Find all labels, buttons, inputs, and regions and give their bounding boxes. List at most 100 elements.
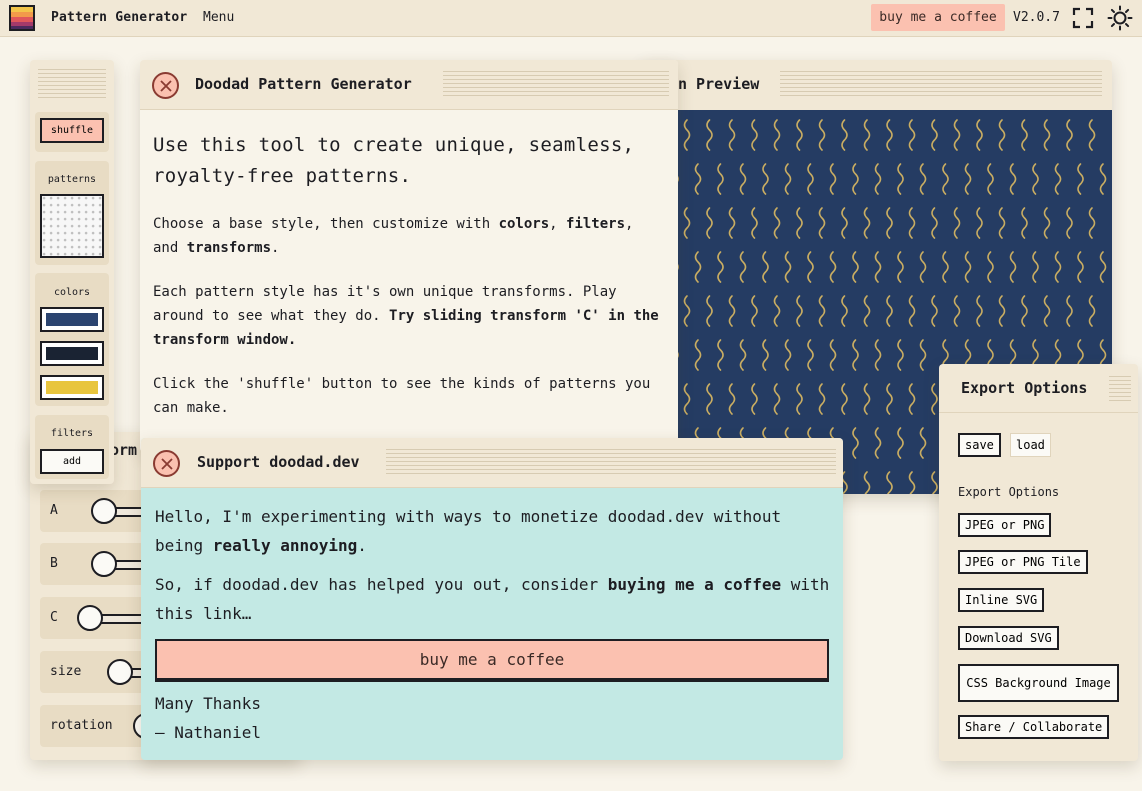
- pattern-squiggle: [796, 295, 803, 327]
- slider-knob-size[interactable]: [107, 659, 133, 685]
- drag-handle[interactable]: [386, 449, 836, 477]
- pattern-squiggle: [1066, 295, 1073, 327]
- add-filter-button[interactable]: add: [40, 449, 104, 474]
- pattern-squiggle: [829, 163, 837, 195]
- pattern-squiggle: [773, 119, 781, 151]
- drag-handle[interactable]: [443, 71, 669, 99]
- patterns-label: patterns: [47, 174, 97, 185]
- pattern-squiggle: [908, 295, 916, 327]
- theme-toggle-icon[interactable]: [1107, 5, 1133, 31]
- pattern-squiggle: [852, 163, 859, 195]
- pattern-squiggle: [863, 471, 871, 494]
- pattern-squiggle: [739, 339, 747, 371]
- pattern-squiggle: [784, 251, 792, 283]
- pattern-squiggle: [773, 207, 781, 239]
- export-jpeg-png-button[interactable]: JPEG or PNG: [958, 513, 1052, 537]
- pattern-squiggle: [976, 207, 983, 239]
- preview-title: n Preview: [678, 75, 760, 93]
- patterns-section: patterns: [35, 161, 109, 265]
- pattern-squiggle: [1009, 163, 1017, 195]
- css-background-image-button[interactable]: CSS Background Image: [958, 664, 1119, 702]
- pattern-squiggle: [751, 119, 758, 151]
- pattern-squiggle: [874, 251, 882, 283]
- share-collaborate-button[interactable]: Share / Collaborate: [958, 715, 1110, 739]
- divider: [939, 412, 1138, 413]
- filters-section: filters add: [35, 415, 109, 479]
- download-svg-button[interactable]: Download SVG: [958, 626, 1059, 650]
- support-window: Support doodad.dev Hello, I'm experiment…: [141, 438, 843, 760]
- pattern-squiggle: [1021, 295, 1028, 327]
- pattern-squiggle: [717, 339, 724, 371]
- color-swatch-3[interactable]: [40, 375, 104, 400]
- close-icon[interactable]: [152, 72, 179, 99]
- pattern-squiggle: [886, 295, 893, 327]
- drag-handle[interactable]: [1109, 376, 1131, 404]
- top-bar: Pattern Generator Menu buy me a coffee V…: [0, 0, 1142, 37]
- save-button[interactable]: save: [958, 433, 1001, 457]
- buy-coffee-button[interactable]: buy me a coffee: [155, 639, 829, 680]
- pattern-squiggle: [751, 295, 758, 327]
- pattern-squiggle: [773, 383, 781, 415]
- pattern-squiggle: [728, 383, 736, 415]
- pattern-squiggle: [931, 207, 938, 239]
- shuffle-button[interactable]: shuffle: [40, 118, 104, 143]
- pattern-squiggle: [852, 427, 859, 459]
- version-label: V2.0.7: [1013, 10, 1060, 25]
- pattern-squiggle: [908, 383, 916, 415]
- pattern-squiggle: [863, 119, 871, 151]
- pattern-squiggle: [1043, 207, 1051, 239]
- pattern-squiggle: [919, 427, 927, 459]
- pattern-squiggle: [1077, 251, 1084, 283]
- pattern-squiggle: [784, 339, 792, 371]
- export-title: Export Options: [961, 379, 1088, 397]
- slider-knob-a[interactable]: [91, 498, 117, 524]
- pattern-squiggle: [841, 383, 848, 415]
- color-swatch-1[interactable]: [40, 307, 104, 332]
- pattern-squiggle: [919, 163, 927, 195]
- pattern-squiggle: [683, 383, 691, 415]
- pattern-squiggle: [683, 295, 691, 327]
- pattern-squiggle: [976, 295, 983, 327]
- support-title: Support doodad.dev: [197, 453, 360, 471]
- pattern-squiggle: [739, 251, 747, 283]
- fullscreen-icon[interactable]: [1072, 7, 1094, 29]
- pattern-squiggle: [841, 207, 848, 239]
- pattern-squiggle: [1088, 119, 1096, 151]
- thanks-text: Many Thanks: [155, 694, 261, 713]
- load-button[interactable]: load: [1010, 433, 1051, 457]
- pattern-squiggle: [964, 163, 972, 195]
- pattern-squiggle: [841, 119, 848, 151]
- about-paragraph-3: Click the 'shuffle' button to see the ki…: [153, 376, 651, 416]
- slider-knob-c[interactable]: [77, 605, 103, 631]
- pattern-squiggle: [886, 119, 893, 151]
- signature-text: — Nathaniel: [155, 723, 261, 742]
- pattern-squiggle: [1043, 119, 1051, 151]
- export-jpeg-png-tile-button[interactable]: JPEG or PNG Tile: [958, 550, 1088, 574]
- slider-knob-b[interactable]: [91, 551, 117, 577]
- about-paragraph-1: Choose a base style, then customize with…: [153, 216, 634, 256]
- pattern-squiggle: [717, 163, 724, 195]
- about-lead: Use this tool to create unique, seamless…: [153, 134, 635, 187]
- pattern-squiggle: [874, 163, 882, 195]
- pattern-squiggle: [874, 427, 882, 459]
- pattern-squiggle: [874, 339, 882, 371]
- pattern-squiggle: [1066, 119, 1073, 151]
- pattern-thumbnail[interactable]: [40, 194, 104, 258]
- drag-handle[interactable]: [780, 71, 1102, 99]
- export-inline-svg-button[interactable]: Inline SVG: [958, 588, 1045, 612]
- pattern-squiggle: [728, 295, 736, 327]
- pattern-squiggle: [796, 207, 803, 239]
- pattern-squiggle: [942, 163, 949, 195]
- close-icon[interactable]: [153, 450, 180, 477]
- color-swatch-2[interactable]: [40, 341, 104, 366]
- drag-handle[interactable]: [38, 69, 106, 99]
- logo-icon[interactable]: [8, 4, 36, 32]
- pattern-squiggle: [863, 383, 871, 415]
- buy-coffee-header-button[interactable]: buy me a coffee: [871, 4, 1005, 31]
- pattern-squiggle: [706, 207, 713, 239]
- menu-link[interactable]: Menu: [203, 10, 234, 25]
- pattern-squiggle: [807, 339, 814, 371]
- transform-panel-title: orm: [110, 441, 138, 459]
- about-paragraph-2: Each pattern style has it's own unique t…: [153, 284, 659, 348]
- pattern-squiggle: [751, 383, 758, 415]
